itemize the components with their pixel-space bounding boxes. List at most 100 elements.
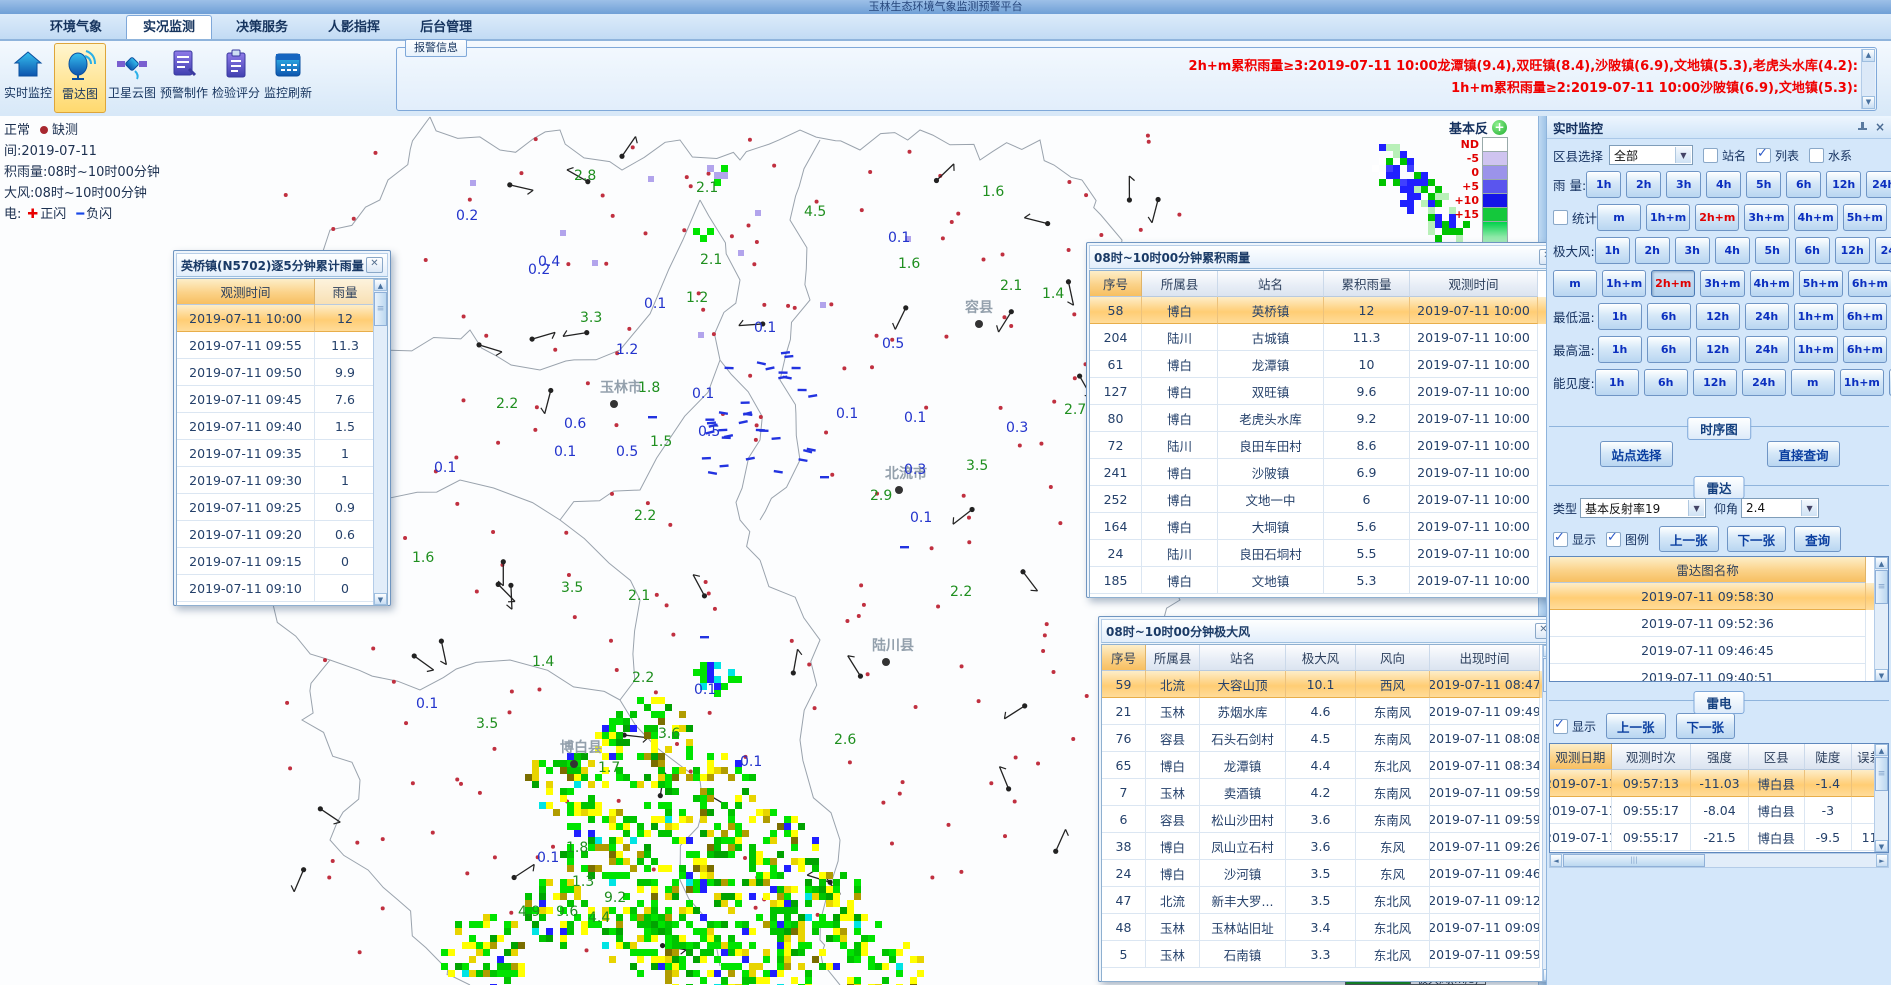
scrollbar-thumb[interactable] <box>1563 854 1705 867</box>
period-button-2h+m[interactable]: 2h+m <box>1651 270 1695 297</box>
lightning-button-下一张[interactable]: 下一张 <box>1676 713 1736 739</box>
lightning-row[interactable]: 2019-07-1109:55:17-21.5博白县-9.511 <box>1550 824 1888 851</box>
period-button-4h+m[interactable]: 4h+m <box>1750 270 1794 297</box>
lightning-col-header[interactable]: 区县 <box>1749 744 1805 770</box>
radar-button-上一张[interactable]: 上一张 <box>1659 526 1719 552</box>
wind-col-header[interactable]: 极大风 <box>1286 645 1356 671</box>
period-button-m[interactable]: m <box>1791 369 1835 396</box>
period-button-4h+m[interactable]: 4h+m <box>1794 204 1838 231</box>
wind-row[interactable]: 59北流大容山顶10.1西风2019-07-11 08:47 <box>1102 671 1556 698</box>
station-rain-col-header[interactable]: 雨量 <box>315 279 376 305</box>
close-icon[interactable]: × <box>1875 120 1885 134</box>
toolbar-button-雷达图[interactable]: 雷达图 <box>54 43 106 113</box>
rainfall-row[interactable]: 164博白大垌镇5.62019-07-11 10:00 <box>1090 513 1560 540</box>
lightning-button-上一张[interactable]: 上一张 <box>1606 713 1666 739</box>
period-button-1h+m[interactable]: 1h+m <box>1840 369 1884 396</box>
checkbox-列表[interactable] <box>1756 148 1771 163</box>
scroll-up-icon[interactable]: ▲ <box>374 279 387 291</box>
wind-col-header[interactable]: 风向 <box>1356 645 1430 671</box>
checkbox-图例[interactable] <box>1606 532 1621 547</box>
scroll-down-icon[interactable]: ▼ <box>1862 96 1875 109</box>
rainfall-col-header[interactable]: 累积雨量 <box>1324 271 1410 297</box>
radar-image-row[interactable]: 2019-07-11 09:46:45 <box>1550 637 1888 664</box>
lightning-row[interactable]: 2019-07-1109:57:13-11.03博白县-1.4 <box>1550 770 1888 797</box>
period-button-12h[interactable]: 12h <box>1693 369 1737 396</box>
period-button-5h+m[interactable]: 5h+m <box>1799 270 1843 297</box>
wind-col-header[interactable]: 出现时间 <box>1430 645 1540 671</box>
scrollbar-thumb[interactable] <box>1875 757 1888 791</box>
checkbox-水系[interactable] <box>1809 148 1824 163</box>
period-button-6h+m[interactable]: 6h+m <box>1843 336 1887 363</box>
station-rain-row[interactable]: 2019-07-11 09:200.6 <box>177 521 387 548</box>
period-button-12h[interactable]: 12h <box>1696 336 1740 363</box>
rainfall-row[interactable]: 72陆川良田车田村8.62019-07-11 10:00 <box>1090 432 1560 459</box>
station-rain-row[interactable]: 2019-07-11 09:351 <box>177 440 387 467</box>
rainfall-row[interactable]: 204陆川古城镇11.32019-07-11 10:00 <box>1090 324 1560 351</box>
lightning-row[interactable]: 2019-07-1109:55:17-8.04博白县-3 <box>1550 797 1888 824</box>
station-rain-row[interactable]: 2019-07-11 09:401.5 <box>177 413 387 440</box>
station-rain-col-header[interactable]: 观测时间 <box>177 279 315 305</box>
scroll-up-icon[interactable]: ▲ <box>1862 49 1875 62</box>
station-rain-row[interactable]: 2019-07-11 09:5511.3 <box>177 332 387 359</box>
radar-image-vscrollbar[interactable]: ▲▼ <box>1874 557 1888 681</box>
wind-row[interactable]: 65博白龙潭镇4.4东北风2019-07-11 08:34 <box>1102 752 1556 779</box>
period-button-3h+m[interactable]: 3h+m <box>1700 270 1744 297</box>
station-rain-row[interactable]: 2019-07-11 09:150 <box>177 548 387 575</box>
wind-row[interactable]: 21玉林苏烟水库4.6东南风2019-07-11 09:49 <box>1102 698 1556 725</box>
period-button-6h+m[interactable]: 6h+m <box>1843 303 1887 330</box>
period-button-1h+m[interactable]: 1h+m <box>1646 204 1690 231</box>
wind-col-header[interactable]: 所属县 <box>1146 645 1200 671</box>
lightning-col-header[interactable]: 观测日期 <box>1550 744 1612 770</box>
toolbar-button-预警制作[interactable]: 预警制作 <box>158 43 210 113</box>
lightning-col-header[interactable]: 陡度 <box>1805 744 1853 770</box>
station-rain-vscrollbar[interactable]: ▲▼ <box>373 279 387 605</box>
period-button-2h[interactable]: 2h <box>1635 237 1670 264</box>
wind-col-header[interactable]: 站名 <box>1200 645 1286 671</box>
station-rain-row[interactable]: 2019-07-11 09:301 <box>177 467 387 494</box>
alarm-scrollbar[interactable]: ▲ ▼ <box>1861 49 1875 109</box>
lightning-hscrollbar[interactable]: ◄ ► <box>1549 853 1889 868</box>
rainfall-row[interactable]: 241博白沙陂镇6.92019-07-11 10:00 <box>1090 459 1560 486</box>
legend-expand-icon[interactable]: + <box>1492 120 1507 135</box>
direct-query-button[interactable]: 直接查询 <box>1767 441 1839 467</box>
checkbox-站名[interactable] <box>1703 148 1718 163</box>
rainfall-row[interactable]: 80博白老虎头水库9.22019-07-11 10:00 <box>1090 405 1560 432</box>
period-button-12h[interactable]: 12h <box>1826 171 1861 198</box>
radar-button-下一张[interactable]: 下一张 <box>1727 526 1787 552</box>
period-button-1h[interactable]: 1h <box>1598 303 1642 330</box>
toolbar-button-检验评分[interactable]: 检验评分 <box>210 43 262 113</box>
period-button-24h[interactable]: 24h <box>1742 369 1786 396</box>
county-select[interactable]: 全部 ▼ <box>1609 145 1693 165</box>
period-button-12h[interactable]: 12h <box>1696 303 1740 330</box>
menu-tab-2[interactable]: 实况监测 <box>126 15 212 39</box>
period-button-24h[interactable]: 24h <box>1745 336 1789 363</box>
period-button-1h+m[interactable]: 1h+m <box>1794 303 1838 330</box>
checkbox-显示[interactable] <box>1553 532 1568 547</box>
rainfall-col-header[interactable]: 序号 <box>1090 271 1142 297</box>
period-button-24h[interactable]: 24h <box>1745 303 1789 330</box>
scroll-up-icon[interactable]: ▲ <box>1875 557 1888 569</box>
station-rain-row[interactable]: 2019-07-11 09:250.9 <box>177 494 387 521</box>
period-button-m[interactable]: m <box>1553 270 1597 297</box>
station-rain-row[interactable]: 2019-07-11 09:509.9 <box>177 359 387 386</box>
period-button-6h[interactable]: 6h <box>1647 336 1691 363</box>
rainfall-row[interactable]: 24陆川良田石垌村5.52019-07-11 10:00 <box>1090 540 1560 567</box>
period-button-24h[interactable]: 24h <box>1875 237 1891 264</box>
period-button-1h[interactable]: 1h <box>1595 237 1630 264</box>
menu-tab-5[interactable]: 后台管理 <box>404 16 488 39</box>
period-button-5h[interactable]: 5h <box>1746 171 1781 198</box>
close-icon[interactable]: ✕ <box>366 257 383 273</box>
lightning-vscrollbar[interactable]: ▲▼ <box>1874 744 1888 852</box>
period-button-6h[interactable]: 6h <box>1795 237 1830 264</box>
period-button-1h[interactable]: 1h <box>1598 336 1642 363</box>
period-button-1h[interactable]: 1h <box>1595 369 1639 396</box>
radar-type-select[interactable]: 基本反射率19 ▼ <box>1580 498 1706 518</box>
stat-checkbox[interactable] <box>1553 210 1568 225</box>
period-button-m[interactable]: m <box>1597 204 1641 231</box>
period-button-5h[interactable]: 5h <box>1755 237 1790 264</box>
checkbox-display[interactable] <box>1553 719 1568 734</box>
period-button-1h[interactable]: 1h <box>1586 171 1621 198</box>
period-button-12h[interactable]: 12h <box>1835 237 1870 264</box>
wind-row[interactable]: 47北流新丰大罗...3.5东北风2019-07-11 09:12 <box>1102 887 1556 914</box>
rainfall-col-header[interactable]: 观测时间 <box>1410 271 1538 297</box>
